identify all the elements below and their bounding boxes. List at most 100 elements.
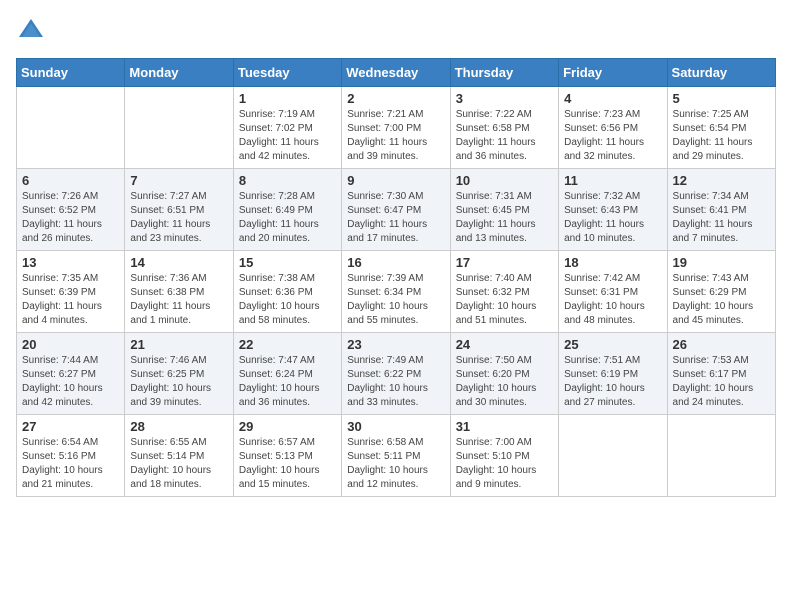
calendar-day-cell: 17 Sunrise: 7:40 AM Sunset: 6:32 PM Dayli… — [450, 251, 558, 333]
calendar-week-row: 27 Sunrise: 6:54 AM Sunset: 5:16 PM Dayli… — [17, 415, 776, 497]
day-number: 24 — [456, 337, 553, 352]
day-number: 26 — [673, 337, 770, 352]
day-info: Sunrise: 7:28 AM Sunset: 6:49 PM Dayligh… — [239, 190, 336, 246]
calendar-day-cell: 4 Sunrise: 7:23 AM Sunset: 6:56 PM Daylig… — [559, 87, 667, 169]
calendar-day-cell: 7Sunrise: 7:27 AM Sunset: 6:51 PM Daylig… — [125, 169, 233, 251]
day-number: 1 — [239, 91, 336, 106]
day-number: 12 — [673, 173, 770, 188]
day-info: Sunrise: 6:54 AM Sunset: 5:16 PM Dayligh… — [22, 436, 119, 492]
calendar-day-cell: 5 Sunrise: 7:25 AM Sunset: 6:54 PM Daylig… — [667, 87, 775, 169]
day-info: Sunrise: 7:46 AM Sunset: 6:25 PM Dayligh… — [130, 354, 227, 410]
calendar-day-cell: 16 Sunrise: 7:39 AM Sunset: 6:34 PM Dayli… — [342, 251, 450, 333]
logo — [16, 16, 50, 46]
day-number: 9 — [347, 173, 444, 188]
day-info: Sunrise: 7:22 AM Sunset: 6:58 PM Dayligh… — [456, 108, 553, 164]
day-info: Sunrise: 7:42 AM Sunset: 6:31 PM Dayligh… — [564, 272, 661, 328]
calendar-week-row: 13 Sunrise: 7:35 AM Sunset: 6:39 PM Dayli… — [17, 251, 776, 333]
calendar-day-cell: 22 Sunrise: 7:47 AM Sunset: 6:24 PM Dayli… — [233, 333, 341, 415]
day-info: Sunrise: 7:53 AM Sunset: 6:17 PM Dayligh… — [673, 354, 770, 410]
day-number: 25 — [564, 337, 661, 352]
calendar-day-cell: 1Sunrise: 7:19 AM Sunset: 7:02 PM Daylig… — [233, 87, 341, 169]
day-info: Sunrise: 7:39 AM Sunset: 6:34 PM Dayligh… — [347, 272, 444, 328]
calendar-day-cell: 19 Sunrise: 7:43 AM Sunset: 6:29 PM Dayli… — [667, 251, 775, 333]
calendar-day-cell: 8 Sunrise: 7:28 AM Sunset: 6:49 PM Daylig… — [233, 169, 341, 251]
day-info: Sunrise: 7:44 AM Sunset: 6:27 PM Dayligh… — [22, 354, 119, 410]
day-info: Sunrise: 7:23 AM Sunset: 6:56 PM Dayligh… — [564, 108, 661, 164]
calendar-week-row: 6Sunrise: 7:26 AM Sunset: 6:52 PM Daylig… — [17, 169, 776, 251]
day-info: Sunrise: 7:49 AM Sunset: 6:22 PM Dayligh… — [347, 354, 444, 410]
calendar-week-row: 20 Sunrise: 7:44 AM Sunset: 6:27 PM Dayli… — [17, 333, 776, 415]
day-number: 29 — [239, 419, 336, 434]
calendar-day-cell: 14 Sunrise: 7:36 AM Sunset: 6:38 PM Dayli… — [125, 251, 233, 333]
day-info: Sunrise: 7:32 AM Sunset: 6:43 PM Dayligh… — [564, 190, 661, 246]
calendar-day-cell: 18 Sunrise: 7:42 AM Sunset: 6:31 PM Dayli… — [559, 251, 667, 333]
calendar-day-cell: 20 Sunrise: 7:44 AM Sunset: 6:27 PM Dayli… — [17, 333, 125, 415]
day-number: 5 — [673, 91, 770, 106]
day-number: 23 — [347, 337, 444, 352]
calendar-day-cell: 11 Sunrise: 7:32 AM Sunset: 6:43 PM Dayli… — [559, 169, 667, 251]
day-info: Sunrise: 7:47 AM Sunset: 6:24 PM Dayligh… — [239, 354, 336, 410]
day-number: 13 — [22, 255, 119, 270]
calendar-day-cell — [17, 87, 125, 169]
calendar-day-cell: 28Sunrise: 6:55 AM Sunset: 5:14 PM Dayli… — [125, 415, 233, 497]
day-number: 17 — [456, 255, 553, 270]
day-number: 16 — [347, 255, 444, 270]
day-info: Sunrise: 7:25 AM Sunset: 6:54 PM Dayligh… — [673, 108, 770, 164]
calendar-day-cell — [125, 87, 233, 169]
calendar-day-cell — [667, 415, 775, 497]
calendar-day-cell: 13 Sunrise: 7:35 AM Sunset: 6:39 PM Dayli… — [17, 251, 125, 333]
calendar-day-cell — [559, 415, 667, 497]
day-info: Sunrise: 7:38 AM Sunset: 6:36 PM Dayligh… — [239, 272, 336, 328]
day-number: 20 — [22, 337, 119, 352]
calendar-week-row: 1Sunrise: 7:19 AM Sunset: 7:02 PM Daylig… — [17, 87, 776, 169]
calendar-day-cell: 12 Sunrise: 7:34 AM Sunset: 6:41 PM Dayli… — [667, 169, 775, 251]
day-info: Sunrise: 7:51 AM Sunset: 6:19 PM Dayligh… — [564, 354, 661, 410]
day-number: 31 — [456, 419, 553, 434]
day-info: Sunrise: 7:40 AM Sunset: 6:32 PM Dayligh… — [456, 272, 553, 328]
day-info: Sunrise: 7:21 AM Sunset: 7:00 PM Dayligh… — [347, 108, 444, 164]
day-number: 30 — [347, 419, 444, 434]
calendar-day-cell: 21Sunrise: 7:46 AM Sunset: 6:25 PM Dayli… — [125, 333, 233, 415]
calendar: SundayMondayTuesdayWednesdayThursdayFrid… — [16, 58, 776, 497]
day-number: 8 — [239, 173, 336, 188]
day-info: Sunrise: 7:36 AM Sunset: 6:38 PM Dayligh… — [130, 272, 227, 328]
header — [16, 16, 776, 46]
calendar-day-cell: 10 Sunrise: 7:31 AM Sunset: 6:45 PM Dayli… — [450, 169, 558, 251]
day-number: 14 — [130, 255, 227, 270]
calendar-day-cell: 26 Sunrise: 7:53 AM Sunset: 6:17 PM Dayli… — [667, 333, 775, 415]
day-number: 11 — [564, 173, 661, 188]
day-number: 18 — [564, 255, 661, 270]
day-number: 22 — [239, 337, 336, 352]
day-info: Sunrise: 7:43 AM Sunset: 6:29 PM Dayligh… — [673, 272, 770, 328]
day-number: 15 — [239, 255, 336, 270]
day-info: Sunrise: 7:31 AM Sunset: 6:45 PM Dayligh… — [456, 190, 553, 246]
day-number: 4 — [564, 91, 661, 106]
day-of-week-header: Monday — [125, 59, 233, 87]
calendar-day-cell: 6Sunrise: 7:26 AM Sunset: 6:52 PM Daylig… — [17, 169, 125, 251]
day-of-week-header: Friday — [559, 59, 667, 87]
calendar-day-cell: 27 Sunrise: 6:54 AM Sunset: 5:16 PM Dayli… — [17, 415, 125, 497]
day-info: Sunrise: 7:35 AM Sunset: 6:39 PM Dayligh… — [22, 272, 119, 328]
day-number: 6 — [22, 173, 119, 188]
day-info: Sunrise: 6:58 AM Sunset: 5:11 PM Dayligh… — [347, 436, 444, 492]
calendar-day-cell: 9Sunrise: 7:30 AM Sunset: 6:47 PM Daylig… — [342, 169, 450, 251]
day-number: 28 — [130, 419, 227, 434]
day-number: 2 — [347, 91, 444, 106]
day-of-week-header: Saturday — [667, 59, 775, 87]
calendar-day-cell: 2 Sunrise: 7:21 AM Sunset: 7:00 PM Daylig… — [342, 87, 450, 169]
day-info: Sunrise: 6:57 AM Sunset: 5:13 PM Dayligh… — [239, 436, 336, 492]
calendar-day-cell: 15 Sunrise: 7:38 AM Sunset: 6:36 PM Dayli… — [233, 251, 341, 333]
calendar-day-cell: 3 Sunrise: 7:22 AM Sunset: 6:58 PM Daylig… — [450, 87, 558, 169]
calendar-day-cell: 23 Sunrise: 7:49 AM Sunset: 6:22 PM Dayli… — [342, 333, 450, 415]
day-info: Sunrise: 7:34 AM Sunset: 6:41 PM Dayligh… — [673, 190, 770, 246]
day-number: 27 — [22, 419, 119, 434]
day-number: 3 — [456, 91, 553, 106]
calendar-day-cell: 29 Sunrise: 6:57 AM Sunset: 5:13 PM Dayli… — [233, 415, 341, 497]
day-number: 10 — [456, 173, 553, 188]
calendar-header-row: SundayMondayTuesdayWednesdayThursdayFrid… — [17, 59, 776, 87]
day-number: 19 — [673, 255, 770, 270]
calendar-day-cell: 25 Sunrise: 7:51 AM Sunset: 6:19 PM Dayli… — [559, 333, 667, 415]
day-info: Sunrise: 7:50 AM Sunset: 6:20 PM Dayligh… — [456, 354, 553, 410]
calendar-day-cell: 24 Sunrise: 7:50 AM Sunset: 6:20 PM Dayli… — [450, 333, 558, 415]
day-of-week-header: Thursday — [450, 59, 558, 87]
